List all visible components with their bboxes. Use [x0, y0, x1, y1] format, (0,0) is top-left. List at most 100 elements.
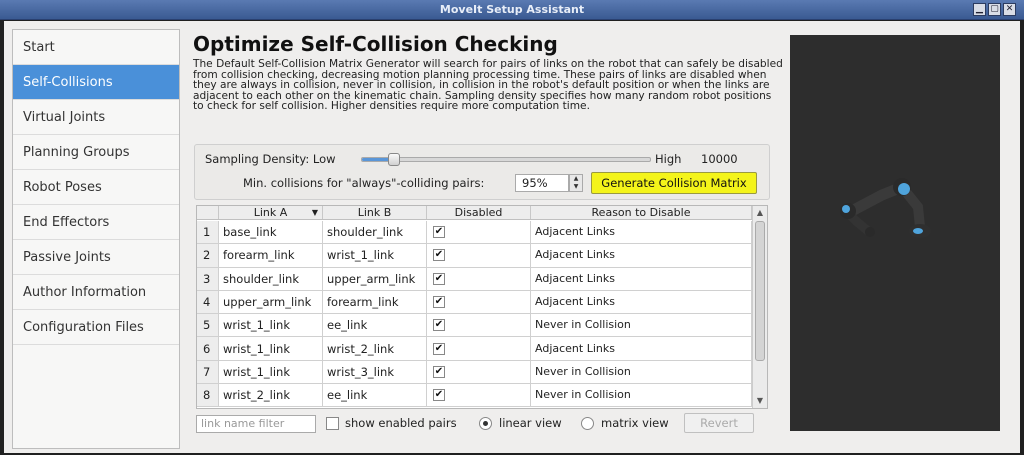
- robot-arm-render: [840, 178, 931, 238]
- close-icon[interactable]: ✕: [1003, 3, 1016, 16]
- cell-reason: Never in Collision: [531, 360, 752, 384]
- matrix-view-label: matrix view: [601, 416, 669, 430]
- sidebar-item-robot-poses[interactable]: Robot Poses: [13, 170, 179, 205]
- sidebar-item-passive-joints[interactable]: Passive Joints: [13, 240, 179, 275]
- sidebar-item-author-information[interactable]: Author Information: [13, 275, 179, 310]
- cell-disabled: ✔: [427, 244, 531, 267]
- row-number[interactable]: 7: [197, 360, 219, 384]
- cell-link-a: wrist_1_link: [219, 337, 323, 360]
- sidebar-item-self-collisions[interactable]: Self-Collisions: [13, 65, 179, 100]
- maximize-icon[interactable]: ▢: [988, 3, 1001, 16]
- sampling-group: Sampling Density: Low High 10000 Min. co…: [194, 144, 770, 200]
- cell-disabled: ✔: [427, 290, 531, 314]
- cell-link-a: wrist_1_link: [219, 360, 323, 384]
- table-row[interactable]: 4 upper_arm_link forearm_link ✔ Adjacent Lin…: [197, 290, 752, 315]
- table-row[interactable]: 7 wrist_1_link wrist_3_link ✔ Never in Colli…: [197, 360, 752, 385]
- cell-link-b: wrist_2_link: [323, 337, 427, 360]
- show-enabled-checkbox[interactable]: [326, 417, 339, 430]
- row-number[interactable]: 1: [197, 221, 219, 244]
- column-header-link-b[interactable]: Link B: [323, 206, 427, 219]
- cell-link-a: upper_arm_link: [219, 290, 323, 314]
- min-collisions-label: Min. collisions for "always"-colliding p…: [243, 176, 485, 190]
- disabled-checkbox[interactable]: ✔: [433, 342, 445, 355]
- row-number[interactable]: 8: [197, 384, 219, 407]
- row-number[interactable]: 6: [197, 337, 219, 360]
- cell-link-a: wrist_2_link: [219, 384, 323, 407]
- table-row[interactable]: 3 shoulder_link upper_arm_link ✔ Adjacent Li…: [197, 267, 752, 291]
- row-number-header: [197, 206, 219, 219]
- column-header-link-a[interactable]: Link A ▼: [219, 206, 323, 219]
- cell-link-b: ee_link: [323, 314, 427, 337]
- cell-reason: Adjacent Links: [531, 267, 752, 290]
- cell-link-a: forearm_link: [219, 244, 323, 267]
- minimize-icon[interactable]: ▁: [973, 3, 986, 16]
- cell-disabled: ✔: [427, 221, 531, 244]
- table-row[interactable]: 5 wrist_1_link ee_link ✔ Never in Collision: [197, 314, 752, 338]
- disabled-checkbox[interactable]: ✔: [433, 389, 445, 402]
- generate-collision-matrix-button[interactable]: Generate Collision Matrix: [591, 172, 757, 194]
- slider-handle[interactable]: [387, 153, 400, 166]
- sampling-high-label: High: [655, 152, 682, 166]
- row-number[interactable]: 3: [197, 267, 219, 290]
- window-titlebar: MoveIt Setup Assistant ▁ ▢ ✕: [0, 0, 1024, 20]
- cell-disabled: ✔: [427, 337, 531, 360]
- cell-link-b: ee_link: [323, 384, 427, 407]
- table-scrollbar[interactable]: ▲ ▼: [752, 206, 767, 408]
- disabled-checkbox[interactable]: ✔: [433, 226, 445, 239]
- sidebar-item-configuration-files[interactable]: Configuration Files: [13, 310, 179, 345]
- scroll-up-icon[interactable]: ▲: [753, 206, 767, 220]
- row-number[interactable]: 5: [197, 314, 219, 337]
- min-collisions-input[interactable]: 95%: [515, 174, 569, 192]
- cell-reason: Never in Collision: [531, 314, 752, 337]
- table-row[interactable]: 8 wrist_2_link ee_link ✔ Never in Collision: [197, 384, 752, 408]
- disabled-checkbox[interactable]: ✔: [433, 296, 445, 309]
- row-number[interactable]: 2: [197, 244, 219, 267]
- matrix-view-radio[interactable]: [581, 417, 594, 430]
- robot-3d-viewport[interactable]: [790, 35, 1000, 431]
- window-title: MoveIt Setup Assistant: [439, 3, 585, 16]
- window-controls: ▁ ▢ ✕: [973, 3, 1016, 16]
- link-filter-input[interactable]: link name filter: [196, 415, 316, 433]
- column-header-disabled[interactable]: Disabled: [427, 206, 531, 219]
- disabled-checkbox[interactable]: ✔: [433, 249, 445, 262]
- table-row[interactable]: 2 forearm_link wrist_1_link ✔ Adjacent Links: [197, 244, 752, 268]
- cell-reason: Adjacent Links: [531, 290, 752, 314]
- sidebar-item-end-effectors[interactable]: End Effectors: [13, 205, 179, 240]
- sidebar-item-start[interactable]: Start: [13, 30, 179, 65]
- revert-button[interactable]: Revert: [684, 413, 754, 433]
- cell-link-b: shoulder_link: [323, 221, 427, 244]
- main-panel: Optimize Self-Collision Checking The Def…: [188, 21, 788, 453]
- cell-link-a: wrist_1_link: [219, 314, 323, 337]
- scroll-down-icon[interactable]: ▼: [753, 394, 767, 408]
- robot-arm-icon: [840, 178, 931, 238]
- table-row[interactable]: 6 wrist_1_link wrist_2_link ✔ Adjacent Links: [197, 337, 752, 361]
- cell-link-b: wrist_3_link: [323, 360, 427, 384]
- scroll-thumb[interactable]: [755, 221, 765, 361]
- cell-disabled: ✔: [427, 267, 531, 290]
- cell-reason: Adjacent Links: [531, 221, 752, 244]
- cell-link-a: base_link: [219, 221, 323, 244]
- linear-view-radio[interactable]: [479, 417, 492, 430]
- sidebar-item-virtual-joints[interactable]: Virtual Joints: [13, 100, 179, 135]
- cell-disabled: ✔: [427, 314, 531, 337]
- page-description: The Default Self-Collision Matrix Genera…: [193, 58, 783, 113]
- cell-disabled: ✔: [427, 384, 531, 407]
- cell-link-b: wrist_1_link: [323, 244, 427, 267]
- main-window: Start Self-Collisions Virtual Joints Pla…: [4, 21, 1020, 453]
- sampling-density-slider[interactable]: [361, 153, 651, 166]
- sidebar-item-planning-groups[interactable]: Planning Groups: [13, 135, 179, 170]
- disabled-checkbox[interactable]: ✔: [433, 272, 445, 285]
- column-header-reason[interactable]: Reason to Disable: [531, 206, 752, 219]
- cell-reason: Never in Collision: [531, 384, 752, 407]
- table-row[interactable]: 1 base_link shoulder_link ✔ Adjacent Links: [197, 221, 752, 245]
- disabled-checkbox[interactable]: ✔: [433, 319, 445, 332]
- cell-link-b: upper_arm_link: [323, 267, 427, 290]
- column-header-link-a-label: Link A: [253, 206, 288, 219]
- sidebar-nav: Start Self-Collisions Virtual Joints Pla…: [12, 29, 180, 449]
- min-collisions-spinner[interactable]: ▲ ▼: [569, 174, 583, 192]
- row-number[interactable]: 4: [197, 290, 219, 314]
- sampling-value: 10000: [701, 152, 738, 166]
- linear-view-label: linear view: [499, 416, 562, 430]
- disabled-checkbox[interactable]: ✔: [433, 365, 445, 378]
- sort-down-icon: ▼: [311, 208, 318, 217]
